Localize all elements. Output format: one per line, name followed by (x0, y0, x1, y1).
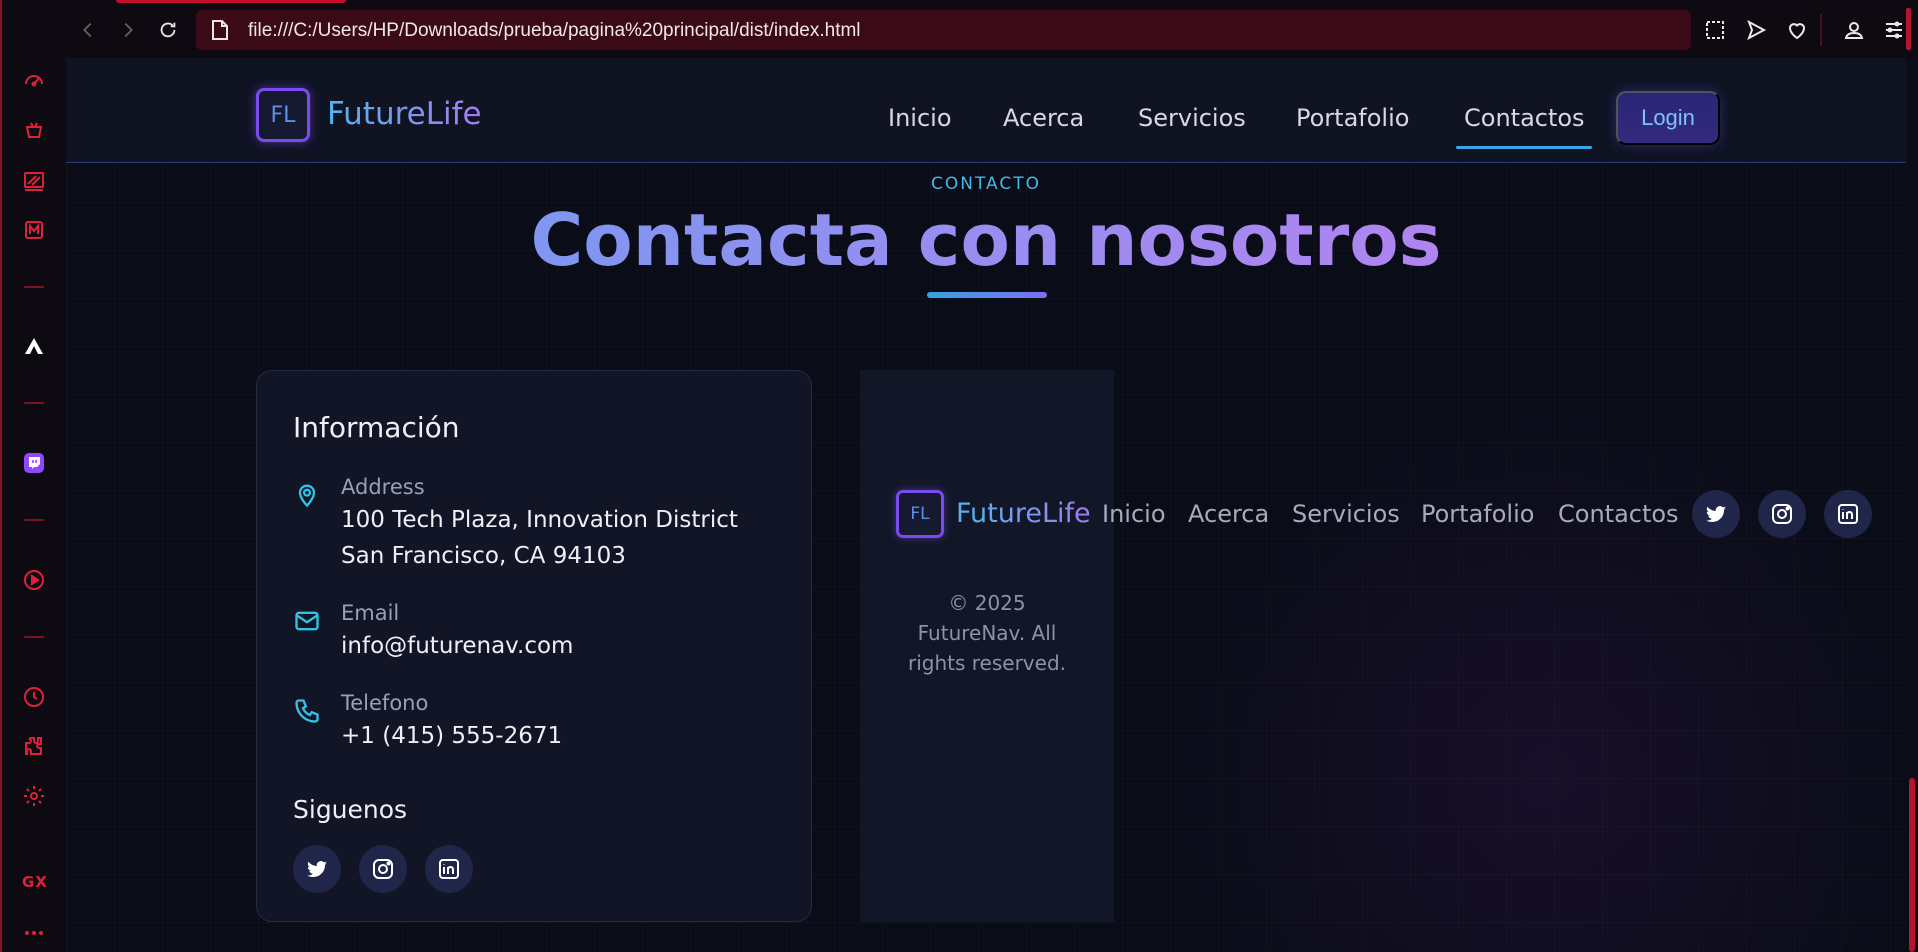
easy-setup-icon[interactable] (1881, 17, 1907, 43)
footer-link-inicio[interactable]: Inicio (1102, 500, 1166, 528)
instagram-icon[interactable] (359, 845, 407, 893)
sidebar-divider (24, 636, 44, 638)
messenger-m-icon[interactable] (21, 217, 47, 243)
twitch-icon[interactable] (21, 450, 47, 476)
active-nav-underline (1456, 146, 1592, 149)
snapshot-icon[interactable] (1702, 17, 1728, 43)
sidebar-divider (24, 519, 44, 521)
browser-sidebar: GX (0, 0, 67, 952)
more-dots-icon[interactable] (21, 920, 47, 946)
toolbar-divider (1820, 14, 1822, 46)
toolbar-edge-mark (1906, 8, 1911, 50)
section-kicker: CONTACTO (931, 174, 1041, 194)
address-line-1: 100 Tech Plaza, Innovation District (341, 507, 738, 533)
speed-dial-icon[interactable] (21, 67, 47, 93)
back-arrow-icon[interactable] (76, 18, 100, 42)
linkedin-icon[interactable] (425, 845, 473, 893)
logo-mark[interactable]: FL (256, 88, 310, 142)
follow-title: Siguenos (293, 795, 408, 824)
email-label: Email (341, 601, 400, 625)
phone-value[interactable]: +1 (415) 555-2671 (341, 723, 562, 749)
gx-label[interactable]: GX (22, 873, 48, 891)
address-bar[interactable]: file:///C:/Users/HP/Downloads/prueba/pag… (196, 10, 1691, 50)
email-value[interactable]: info@futurenav.com (341, 633, 573, 659)
url-text: file:///C:/Users/HP/Downloads/prueba/pag… (248, 20, 861, 41)
nav-contactos[interactable]: Contactos (1464, 104, 1585, 132)
footer-link-servicios[interactable]: Servicios (1292, 500, 1400, 528)
send-icon[interactable] (1743, 17, 1769, 43)
browser-toolbar: file:///C:/Users/HP/Downloads/prueba/pag… (66, 0, 1918, 58)
gx-corner-icon[interactable] (21, 168, 47, 194)
forward-arrow-icon[interactable] (116, 18, 140, 42)
nav-portafolio[interactable]: Portafolio (1296, 104, 1409, 132)
section-title-text: Contacta con nosotros (530, 198, 1442, 282)
copyright-line-2: FutureNav. All (917, 621, 1057, 645)
footer-brand-name[interactable]: FutureLife (956, 498, 1091, 529)
footer-link-acerca[interactable]: Acerca (1188, 500, 1269, 528)
login-button[interactable]: Login (1616, 91, 1720, 145)
section-title: Contacta con nosotros (66, 198, 1906, 282)
footer-link-contactos[interactable]: Contactos (1558, 500, 1679, 528)
player-icon[interactable] (21, 567, 47, 593)
game-icon[interactable] (21, 118, 47, 144)
contact-info-card: Información Address 100 Tech Plaza, Inno… (256, 370, 812, 922)
footer-linkedin-icon[interactable] (1824, 490, 1872, 538)
address-line-2: San Francisco, CA 94103 (341, 543, 626, 569)
app-a-icon[interactable] (21, 334, 47, 360)
file-page-icon (212, 20, 228, 40)
footer-instagram-icon[interactable] (1758, 490, 1806, 538)
scrollbar-thumb[interactable] (1909, 778, 1915, 952)
copyright-text: © 2025 FutureNav. All rights reserved. (892, 588, 1082, 678)
address-label: Address (341, 475, 425, 499)
phone-label: Telefono (341, 691, 429, 715)
twitter-icon[interactable] (293, 845, 341, 893)
page-scrollbar[interactable] (1906, 58, 1918, 952)
footer-twitter-icon[interactable] (1692, 490, 1740, 538)
site-header: FL FutureLife Inicio Acerca Servicios Po… (66, 58, 1906, 163)
brand-name[interactable]: FutureLife (327, 96, 482, 132)
footer-logo-mark[interactable]: FL (896, 490, 944, 538)
copyright-line-3: rights reserved. (908, 651, 1066, 675)
active-tab-indicator (116, 0, 346, 3)
title-underline (927, 292, 1047, 298)
phone-icon (293, 697, 321, 725)
page-viewport: FL FutureLife Inicio Acerca Servicios Po… (66, 58, 1906, 952)
reload-icon[interactable] (156, 18, 180, 42)
sidebar-divider (24, 286, 44, 288)
info-title: Información (293, 411, 460, 444)
sidebar-accent (0, 0, 2, 952)
nav-servicios[interactable]: Servicios (1138, 104, 1246, 132)
nav-inicio[interactable]: Inicio (888, 104, 952, 132)
settings-gear-icon[interactable] (21, 783, 47, 809)
nav-acerca[interactable]: Acerca (1003, 104, 1084, 132)
account-icon[interactable] (1841, 17, 1867, 43)
extensions-icon[interactable] (21, 733, 47, 759)
heart-icon[interactable] (1784, 17, 1810, 43)
footer-link-portafolio[interactable]: Portafolio (1421, 500, 1534, 528)
mail-icon (293, 607, 321, 635)
sidebar-divider (24, 402, 44, 404)
copyright-line-1: © 2025 (948, 591, 1026, 615)
map-pin-icon (293, 481, 321, 509)
history-icon[interactable] (21, 684, 47, 710)
